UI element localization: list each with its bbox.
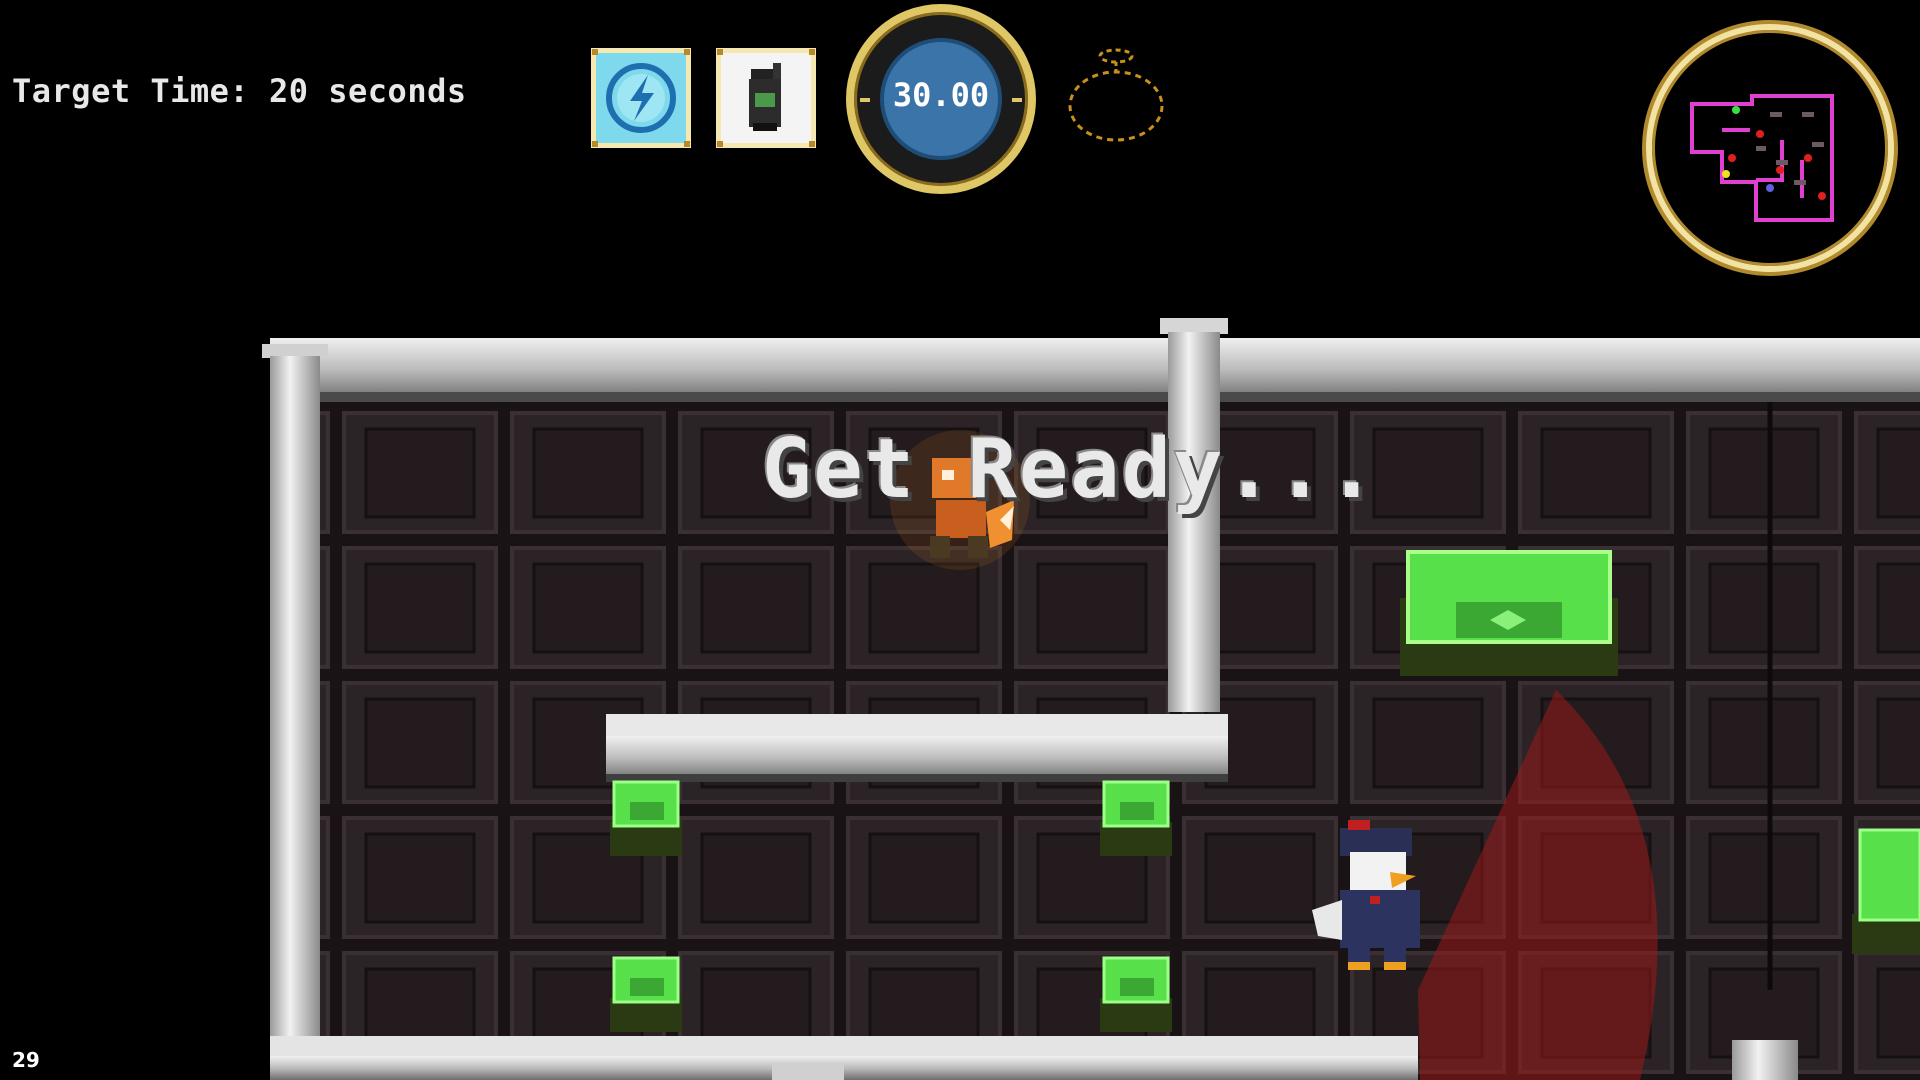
top-rail <box>270 338 1920 402</box>
cash-crate-small <box>1100 780 1172 856</box>
timer-value: 30.00 <box>892 76 990 114</box>
cash-crate-small <box>610 780 682 856</box>
cash-crate-small <box>1100 956 1172 1032</box>
cash-crate-large <box>1400 550 1618 676</box>
cash-crate-small <box>610 956 682 1032</box>
grenade-ability-slot[interactable] <box>716 48 816 148</box>
grenade-icon <box>749 63 781 131</box>
loot-bag-icon <box>1068 48 1164 142</box>
target-time-label: Target Time: 20 seconds <box>12 72 467 110</box>
middle-platform <box>606 714 1228 782</box>
fps-counter: 29 <box>12 1048 40 1072</box>
timer-face: 30.00 <box>880 38 1002 160</box>
left-pillar <box>262 344 328 1036</box>
lightning-ability-slot[interactable] <box>591 48 691 148</box>
lightning-icon <box>606 63 676 133</box>
cash-crate-edge <box>1852 828 1920 954</box>
heist-timer: 30.00 <box>846 4 1036 194</box>
get-ready-message: Get Ready... <box>762 422 1379 517</box>
minimap-icon <box>1690 94 1834 222</box>
minimap[interactable] <box>1646 24 1894 272</box>
